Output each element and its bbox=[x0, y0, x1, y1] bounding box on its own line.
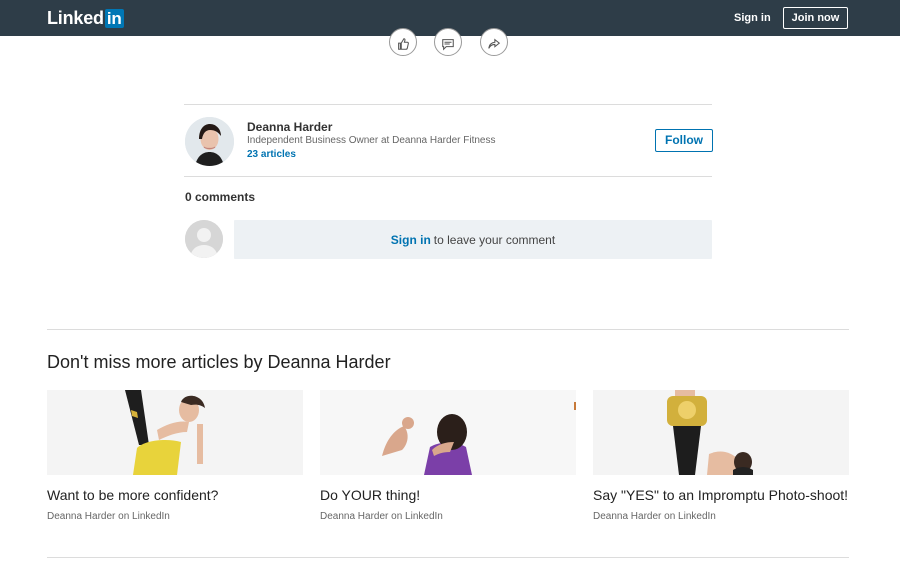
author-headline: Independent Business Owner at Deanna Har… bbox=[247, 135, 496, 146]
comment-sign-in-link[interactable]: Sign in bbox=[391, 233, 431, 247]
share-button[interactable] bbox=[480, 28, 508, 56]
comment-button[interactable] bbox=[434, 28, 462, 56]
article-card[interactable]: Want to be more confident? Deanna Harder… bbox=[47, 390, 303, 522]
comment-icon bbox=[442, 39, 454, 51]
divider bbox=[184, 104, 712, 105]
guest-avatar bbox=[185, 220, 223, 258]
article-thumbnail[interactable] bbox=[593, 390, 849, 475]
article-image bbox=[320, 390, 576, 475]
person-silhouette-icon bbox=[185, 220, 223, 258]
sign-in-link[interactable]: Sign in bbox=[734, 12, 771, 24]
logo-text: Linked bbox=[47, 7, 104, 28]
article-title[interactable]: Do YOUR thing! bbox=[320, 487, 420, 503]
comment-count: 0 comments bbox=[185, 190, 256, 204]
comment-signin-prompt[interactable]: Sign in to leave your comment bbox=[234, 220, 712, 259]
article-meta: Deanna Harder on LinkedIn bbox=[593, 511, 716, 522]
like-button[interactable] bbox=[389, 28, 417, 56]
join-now-button[interactable]: Join now bbox=[783, 7, 848, 29]
comment-prompt-text: to leave your comment bbox=[433, 232, 556, 247]
article-image bbox=[47, 390, 303, 475]
linkedin-logo[interactable]: Linked in bbox=[47, 8, 124, 28]
follow-button[interactable]: Follow bbox=[655, 129, 713, 152]
article-card[interactable]: Say "YES" to an Impromptu Photo-shoot! D… bbox=[593, 390, 849, 522]
author-photo bbox=[185, 117, 234, 166]
share-icon bbox=[488, 38, 501, 49]
article-image bbox=[593, 390, 849, 475]
article-meta: Deanna Harder on LinkedIn bbox=[320, 511, 443, 522]
article-meta: Deanna Harder on LinkedIn bbox=[47, 511, 170, 522]
thumbs-up-icon bbox=[398, 38, 409, 50]
divider bbox=[184, 176, 712, 177]
section-divider bbox=[47, 329, 849, 330]
author-avatar[interactable] bbox=[185, 117, 234, 166]
article-thumbnail[interactable] bbox=[47, 390, 303, 475]
author-name[interactable]: Deanna Harder bbox=[247, 120, 332, 134]
author-articles-link[interactable]: 23 articles bbox=[247, 149, 296, 160]
section-divider bbox=[47, 557, 849, 558]
article-title[interactable]: Want to be more confident? bbox=[47, 487, 218, 503]
logo-in-badge: in bbox=[104, 8, 124, 28]
more-articles-heading: Don't miss more articles by Deanna Harde… bbox=[47, 352, 391, 372]
article-title[interactable]: Say "YES" to an Impromptu Photo-shoot! bbox=[593, 487, 848, 503]
article-thumbnail[interactable] bbox=[320, 390, 576, 475]
article-card[interactable]: Do YOUR thing! Deanna Harder on LinkedIn bbox=[320, 390, 576, 522]
